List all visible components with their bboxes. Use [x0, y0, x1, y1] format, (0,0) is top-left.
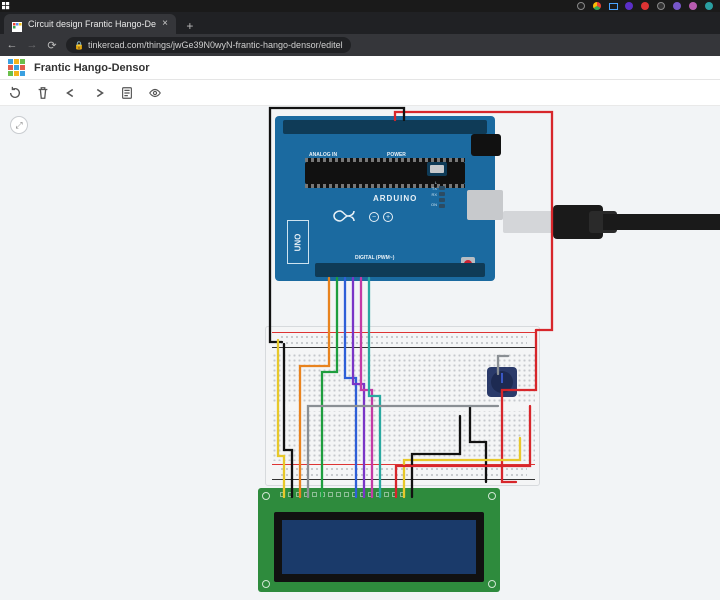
- tray-icon-record[interactable]: [640, 1, 650, 11]
- status-leds: [439, 186, 445, 216]
- breadboard-bottom-rail[interactable]: [272, 463, 535, 481]
- tray-icon-chrome[interactable]: [592, 1, 602, 11]
- tray-icon-unreal[interactable]: [576, 1, 586, 11]
- label-on: ON: [431, 202, 437, 207]
- barrel-jack: [471, 134, 501, 156]
- usb-cord: [603, 214, 720, 230]
- lock-icon: 🔒: [74, 41, 84, 50]
- lcd-screen: [282, 520, 476, 574]
- address-bar[interactable]: 🔒 tinkercad.com/things/jwGe39N0wyN-frant…: [66, 37, 351, 53]
- arduino-infinity-icon: [331, 208, 365, 224]
- delete-icon[interactable]: [36, 86, 50, 100]
- back-icon[interactable]: ←: [6, 39, 18, 51]
- browser-tab-active[interactable]: Circuit design Frantic Hango-De ×: [4, 14, 176, 34]
- tinkercad-favicon-icon: [12, 19, 22, 29]
- usb-plug-metal: [503, 211, 553, 233]
- new-tab-button[interactable]: +: [182, 18, 198, 34]
- system-tray: [576, 1, 720, 11]
- label-l: L: [435, 180, 437, 185]
- arduino-bottom-header[interactable]: [315, 263, 485, 277]
- tinkercad-logo-icon[interactable]: [8, 59, 26, 77]
- app-header: Frantic Hango-Densor: [0, 56, 720, 80]
- breadboard[interactable]: [265, 326, 540, 486]
- undo-icon[interactable]: [64, 86, 78, 100]
- visibility-icon[interactable]: [148, 86, 162, 100]
- lcd-mount-hole: [488, 580, 496, 588]
- arduino-model-box: UNO: [287, 220, 309, 264]
- potentiometer[interactable]: [487, 367, 517, 397]
- lcd-mount-hole: [488, 492, 496, 500]
- browser-tabstrip: Circuit design Frantic Hango-De × +: [0, 12, 720, 34]
- lcd-bezel: [274, 512, 484, 582]
- tab-close-icon[interactable]: ×: [162, 19, 168, 29]
- voltage-regulator: [427, 162, 447, 176]
- os-taskbar: [0, 0, 720, 12]
- label-tx: TX: [432, 186, 437, 191]
- browser-toolbar: ← → ⟳ 🔒 tinkercad.com/things/jwGe39N0wyN…: [0, 34, 720, 56]
- reload-icon[interactable]: ⟳: [46, 39, 58, 52]
- tray-icon-app2[interactable]: [672, 1, 682, 11]
- circuit-canvas[interactable]: ⤢ ANALOG IN POWER TX RX ON L ARDUINO UNO…: [0, 106, 720, 600]
- tray-icon-vscode[interactable]: [624, 1, 634, 11]
- lcd-pin-header[interactable]: [280, 492, 405, 497]
- redo-icon[interactable]: [92, 86, 106, 100]
- tray-icon-app1[interactable]: [656, 1, 666, 11]
- usb-port: [467, 190, 503, 220]
- notes-icon[interactable]: [120, 86, 134, 100]
- forward-icon[interactable]: →: [26, 39, 38, 51]
- arduino-uno[interactable]: ANALOG IN POWER TX RX ON L ARDUINO UNO −…: [275, 116, 495, 281]
- tray-icon-app4[interactable]: [704, 1, 714, 11]
- breadboard-center-gap: [272, 403, 535, 411]
- tab-title: Circuit design Frantic Hango-De: [28, 19, 156, 29]
- arduino-brand: ARDUINO: [373, 194, 417, 203]
- editor-toolbar: [0, 80, 720, 106]
- tinkercad-app: Frantic Hango-Densor ⤢ ANALOG IN POWER: [0, 56, 720, 600]
- zoom-fit-button[interactable]: ⤢: [10, 116, 28, 134]
- potentiometer-knob[interactable]: [491, 371, 513, 393]
- arduino-model: UNO: [294, 233, 303, 251]
- tray-icon-monitor[interactable]: [608, 1, 618, 11]
- rotate-icon[interactable]: [8, 86, 22, 100]
- lcd-mount-hole: [262, 492, 270, 500]
- tray-icon-app3[interactable]: [688, 1, 698, 11]
- arduino-top-header[interactable]: [283, 120, 487, 134]
- label-digital: DIGITAL (PWM~): [355, 255, 394, 261]
- lcd-mount-hole: [262, 580, 270, 588]
- project-name[interactable]: Frantic Hango-Densor: [34, 62, 150, 74]
- lcd-16x2[interactable]: [258, 488, 500, 592]
- breadboard-top-rail[interactable]: [272, 331, 535, 349]
- url-text: tinkercad.com/things/jwGe39N0wyN-frantic…: [88, 40, 343, 50]
- start-button[interactable]: [0, 0, 12, 12]
- label-rx: RX: [431, 192, 437, 197]
- arduino-polarity-icon: −+: [369, 212, 393, 222]
- usb-cable[interactable]: [503, 201, 720, 243]
